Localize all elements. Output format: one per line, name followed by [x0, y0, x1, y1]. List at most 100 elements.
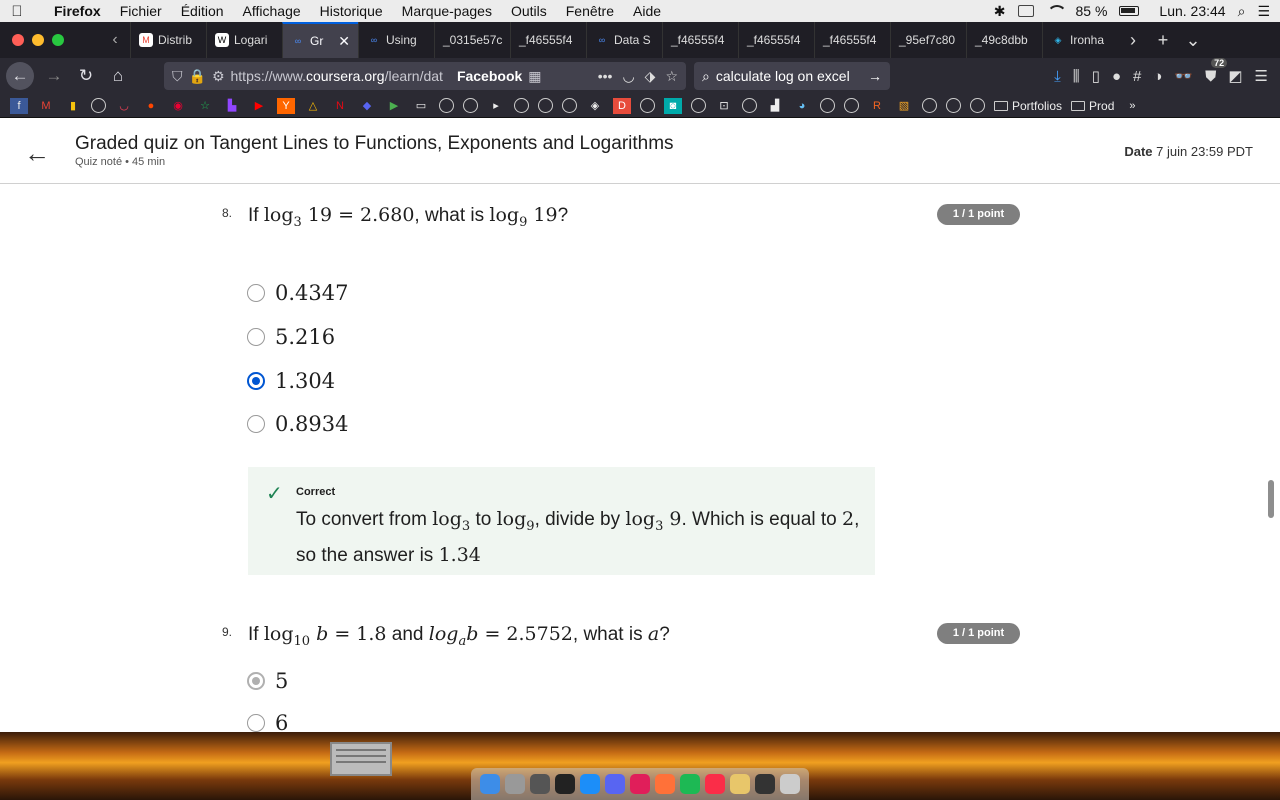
downloads-stack-icon[interactable]	[730, 774, 750, 794]
back-button[interactable]: ←	[6, 62, 34, 90]
youtube-bookmark-icon[interactable]: ▶	[250, 98, 268, 114]
search-go-arrow-icon[interactable]: →	[868, 68, 882, 84]
globe-bookmark-icon[interactable]	[922, 98, 937, 113]
clock[interactable]: Lun. 23:44	[1159, 3, 1225, 19]
hackernews-bookmark-icon[interactable]: Y	[277, 97, 295, 114]
steam-bookmark-icon[interactable]: ◕	[793, 98, 811, 114]
menu-outils[interactable]: Outils	[511, 3, 547, 19]
menu-hamburger-icon[interactable]: ☰	[1255, 67, 1268, 85]
lock-icon[interactable]: 🔒	[189, 68, 206, 85]
browser-tab[interactable]: _f46555f4	[814, 22, 890, 58]
bookmark-star-icon[interactable]: ☆	[665, 68, 678, 85]
permissions-icon[interactable]: ⚙	[212, 68, 225, 85]
globe-bookmark-icon[interactable]	[463, 98, 478, 113]
tab-list-chevron-icon[interactable]: ⌄	[1178, 30, 1208, 51]
radio-button[interactable]	[247, 415, 265, 433]
extension-toggle-icon[interactable]: ◑	[1153, 68, 1162, 85]
menu-app-firefox[interactable]: Firefox	[54, 3, 101, 19]
menu-aide[interactable]: Aide	[633, 3, 661, 19]
radio-button-selected[interactable]	[247, 672, 265, 690]
globe-bookmark-icon[interactable]	[91, 98, 106, 113]
globe-bookmark-icon[interactable]	[946, 98, 961, 113]
answer-option[interactable]: 6	[247, 711, 288, 732]
zoom-window-button[interactable]	[52, 34, 64, 46]
keep-bookmark-icon[interactable]: ▮	[64, 98, 82, 114]
minimize-window-button[interactable]	[32, 34, 44, 46]
drive-bookmark-icon[interactable]: △	[304, 98, 322, 114]
globe-bookmark-icon[interactable]	[439, 98, 454, 113]
control-center-icon[interactable]: ☰	[1257, 3, 1270, 20]
forward-button[interactable]: →	[38, 66, 70, 86]
bracket-bookmark-icon[interactable]: ⊡	[715, 98, 733, 114]
terminal-icon[interactable]	[555, 774, 575, 794]
bluetooth-icon[interactable]: ✱	[994, 3, 1006, 20]
netflix-bookmark-icon[interactable]: N	[331, 98, 349, 114]
stripes-bookmark-icon[interactable]: ▧	[895, 98, 913, 114]
menu-affichage[interactable]: Affichage	[243, 3, 301, 19]
bookmarks-overflow-icon[interactable]: »	[1123, 98, 1141, 114]
back-arrow-icon[interactable]: ←	[24, 138, 50, 169]
search-input[interactable]: calculate log on excel	[716, 68, 850, 84]
r-bookmark-icon[interactable]: R	[868, 98, 886, 114]
display-icon[interactable]	[1017, 5, 1034, 17]
star-bookmark-icon[interactable]: ☆	[196, 98, 214, 114]
tracking-shield-icon[interactable]: ⛉	[172, 68, 183, 85]
apple-icon[interactable]: 	[0, 3, 34, 20]
downloads-icon[interactable]: ⤓	[1054, 68, 1061, 85]
window-bookmark-icon[interactable]: ▭	[412, 98, 430, 114]
globe-bookmark-icon[interactable]	[844, 98, 859, 113]
browser-tab[interactable]: _49c8dbb	[966, 22, 1042, 58]
trash-icon[interactable]	[780, 774, 800, 794]
chart-bookmark-icon[interactable]: ▟	[766, 98, 784, 114]
radio-button[interactable]	[247, 714, 265, 732]
scrollbar-thumb[interactable]	[1268, 480, 1274, 518]
answer-option[interactable]: 0.8934	[247, 412, 348, 436]
launchpad-icon[interactable]	[505, 774, 525, 794]
menu-historique[interactable]: Historique	[320, 3, 383, 19]
battery-percent[interactable]: 85 %	[1076, 3, 1108, 19]
game-bookmark-icon[interactable]: ◆	[358, 98, 376, 114]
slack-icon[interactable]	[630, 774, 650, 794]
facebook-bookmark-icon[interactable]: f	[10, 97, 28, 114]
red-circle-bookmark-icon[interactable]: ◉	[169, 98, 187, 114]
app-store-icon[interactable]	[580, 774, 600, 794]
url-text[interactable]: https://www.coursera.org/learn/dat	[231, 68, 443, 84]
gmail-bookmark-icon[interactable]: M	[37, 98, 55, 114]
battery-icon[interactable]	[1119, 6, 1140, 16]
bookmark-folder-portfolios[interactable]: Portfolios	[994, 99, 1062, 113]
pocket-bookmark-icon[interactable]: ◡	[115, 98, 133, 114]
pocket-icon[interactable]: ◡	[622, 68, 634, 85]
menu-edition[interactable]: Édition	[181, 3, 224, 19]
tab-scroll-left-icon[interactable]: ‹	[100, 31, 130, 49]
browser-tab[interactable]: _f46555f4	[738, 22, 814, 58]
extension-grid-icon[interactable]: #	[1133, 68, 1141, 85]
wifi-icon[interactable]	[1046, 5, 1067, 17]
radio-button-selected[interactable]	[247, 372, 265, 390]
teal-bookmark-icon[interactable]: ◙	[664, 97, 682, 114]
browser-tab[interactable]: _f46555f4	[662, 22, 738, 58]
arrow-bookmark-icon[interactable]: ▸	[487, 98, 505, 114]
spotlight-search-icon[interactable]: ⌕	[1238, 3, 1246, 20]
extension-square-icon[interactable]: ◩	[1228, 67, 1242, 85]
answer-option-selected[interactable]: 1.304	[247, 369, 335, 393]
spotify-icon[interactable]	[680, 774, 700, 794]
globe-bookmark-icon[interactable]	[970, 98, 985, 113]
tab-scroll-right-icon[interactable]: ›	[1118, 30, 1148, 51]
radio-button[interactable]	[247, 284, 265, 302]
browser-tab[interactable]: M Distrib	[130, 22, 206, 58]
container-icon[interactable]: ▦	[528, 68, 541, 85]
finder-icon[interactable]	[480, 774, 500, 794]
facebook-container-label[interactable]: Facebook	[457, 68, 522, 84]
search-bar[interactable]: ⌕ calculate log on excel →	[694, 62, 890, 90]
system-preferences-icon[interactable]	[530, 774, 550, 794]
puzzle-bookmark-icon[interactable]: ◈	[586, 98, 604, 114]
twitch-bookmark-icon[interactable]: ▙	[223, 98, 241, 114]
close-tab-icon[interactable]: ✕	[338, 33, 350, 50]
library-icon[interactable]: ⫼	[1073, 68, 1080, 85]
music-icon[interactable]	[705, 774, 725, 794]
page-actions-icon[interactable]: •••	[598, 68, 613, 85]
minimized-window-thumbnail[interactable]	[330, 742, 392, 776]
discord-icon[interactable]	[605, 774, 625, 794]
folder-stack-icon[interactable]	[755, 774, 775, 794]
reload-button[interactable]: ↻	[70, 66, 102, 86]
